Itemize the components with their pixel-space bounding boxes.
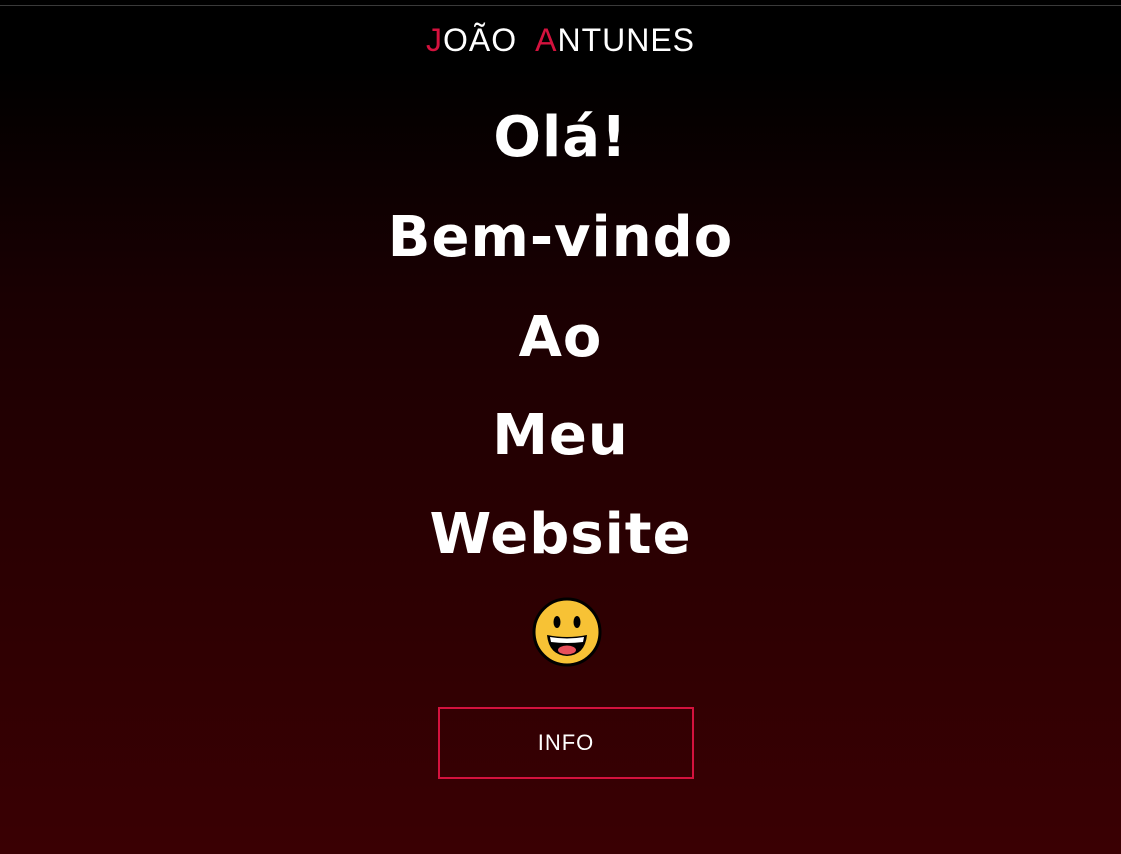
grinning-face-icon	[532, 597, 602, 667]
hero-line-welcome: Bem-vindo	[387, 205, 734, 270]
site-brand[interactable]: JOÃO ANTUNES	[0, 20, 1121, 60]
brand-first-rest: OÃO	[442, 22, 518, 58]
brand-last-initial: A	[535, 22, 558, 58]
hero-line-to: Ao	[518, 305, 603, 370]
hero-line-website: Website	[429, 502, 692, 567]
brand-first-initial: J	[425, 22, 443, 58]
info-button[interactable]: INFO	[438, 707, 694, 779]
hero-line-greeting: Olá!	[493, 105, 628, 170]
top-divider	[0, 5, 1121, 6]
hero-line-my: Meu	[492, 403, 629, 468]
brand-last-rest: NTUNES	[557, 22, 696, 58]
